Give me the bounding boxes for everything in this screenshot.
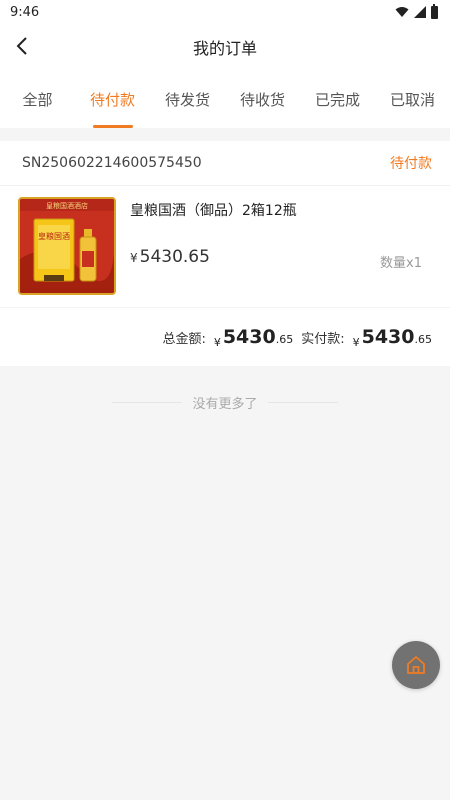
header: 我的订单 [0,26,450,66]
tab-completed[interactable]: 已完成 [300,66,375,128]
total-amount-decimal: .65 [275,333,294,346]
order-tabs: 全部 待付款 待发货 待收货 已完成 已取消 [0,66,450,128]
status-time: 9:46 [10,5,40,20]
divider-line [267,402,338,403]
total-amount-integer: 5430 [222,326,276,348]
page-title: 我的订单 [192,39,257,58]
list-end-indicator: 没有更多了 [0,393,450,412]
currency-symbol: ¥ [213,336,221,349]
order-totals: 总金额: ¥5430.65 实付款: ¥5430.65 [0,308,450,366]
product-image-banner: 皇粮国酒酒店 [46,201,88,210]
product-price-value: 5430.65 [139,247,210,267]
status-icons [395,3,438,19]
tab-cancelled[interactable]: 已取消 [375,66,450,128]
order-number: SN250602214600575450 [22,155,202,171]
product-quantity: 数量x1 [380,256,422,271]
product-row[interactable]: 皇粮国酒酒店 皇粮国酒 皇粮国酒（御品）2箱12瓶 ¥5430.65 数量x1 [0,186,450,308]
total-amount-value: ¥5430.65 [213,326,294,349]
product-price: ¥5430.65 [130,247,210,267]
product-image-label: 皇粮国酒 [38,231,70,241]
home-button[interactable] [392,641,440,689]
status-bar: 9:46 [0,0,450,26]
currency-symbol: ¥ [352,336,360,349]
order-card[interactable]: SN250602214600575450 待付款 皇粮国酒酒店 皇粮国酒 皇粮国… [0,141,450,366]
paid-amount-integer: 5430 [361,326,415,348]
tab-pending-shipment[interactable]: 待发货 [150,66,225,128]
wifi-icon [395,7,409,17]
paid-amount-label: 实付款: [301,331,345,347]
tab-pending-payment[interactable]: 待付款 [75,66,150,128]
paid-amount-value: ¥5430.65 [352,326,433,349]
home-icon [407,656,425,674]
tab-pending-receipt[interactable]: 待收货 [225,66,300,128]
currency-symbol: ¥ [130,251,138,265]
order-header: SN250602214600575450 待付款 [0,141,450,186]
product-image-drawing: 皇粮国酒酒店 皇粮国酒 [20,199,114,293]
product-image[interactable]: 皇粮国酒酒店 皇粮国酒 [18,197,116,295]
product-name: 皇粮国酒（御品）2箱12瓶 [130,203,297,219]
list-end-text: 没有更多了 [192,397,258,412]
tab-all[interactable]: 全部 [0,66,75,128]
battery-icon [431,3,438,19]
paid-amount-decimal: .65 [414,333,433,346]
signal-icon [414,6,426,18]
total-amount-label: 总金额: [162,331,206,347]
divider-line [112,402,183,403]
order-status: 待付款 [390,156,432,172]
